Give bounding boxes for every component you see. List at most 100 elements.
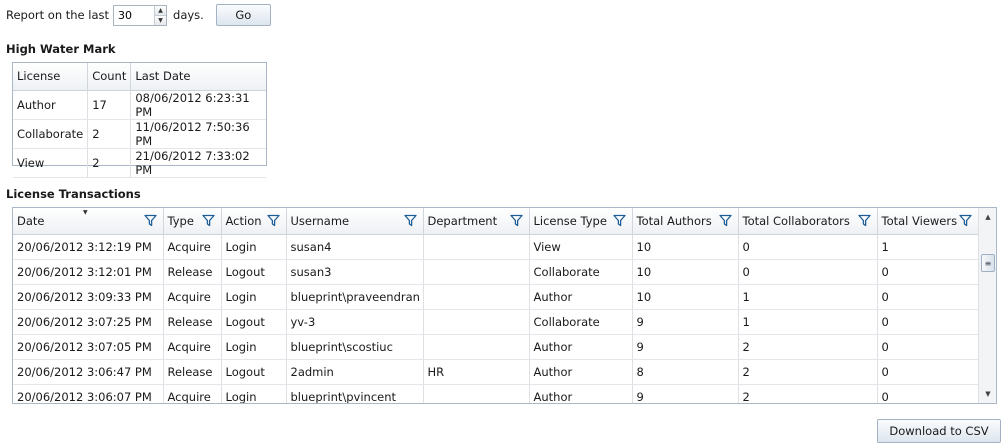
- filter-icon[interactable]: [612, 214, 626, 227]
- cell-license-type: Collaborate: [529, 309, 633, 335]
- column-header-action[interactable]: Action: [221, 208, 287, 235]
- filter-icon[interactable]: [509, 214, 523, 227]
- table-row[interactable]: 20/06/2012 3:06:07 PM Acquire Login bluepri…: [13, 384, 979, 403]
- table-row[interactable]: 20/06/2012 3:09:33 PM Acquire Login bluepri…: [13, 284, 979, 310]
- cell-date: 20/06/2012 3:06:07 PM: [13, 384, 164, 403]
- cell-total-collaborators: 0: [738, 259, 878, 285]
- cell-department: [423, 384, 530, 403]
- filter-icon[interactable]: [266, 214, 280, 227]
- column-header-license[interactable]: License: [13, 63, 89, 91]
- cell-department: [423, 309, 530, 335]
- chevron-down-icon[interactable]: ▼: [155, 14, 167, 25]
- cell-department: [423, 284, 530, 310]
- column-header-type[interactable]: Type: [163, 208, 222, 235]
- table-header-row: Date ▼ Type Action Username Department L…: [13, 208, 979, 235]
- cell-license-type: Author: [529, 284, 633, 310]
- vertical-scrollbar[interactable]: ▲ ≡ ▼: [978, 208, 996, 403]
- days-input[interactable]: [114, 5, 155, 25]
- cell-total-collaborators: 2: [738, 334, 878, 360]
- cell-department: [423, 234, 530, 260]
- column-header-label: Department: [427, 213, 498, 228]
- cell-total-collaborators: 1: [738, 309, 878, 335]
- cell-type: Acquire: [163, 334, 222, 360]
- cell-action: Logout: [221, 259, 287, 285]
- column-header-label: Total Viewers: [881, 213, 958, 228]
- table-row[interactable]: 20/06/2012 3:07:05 PM Acquire Login bluepri…: [13, 334, 979, 360]
- report-suffix-label: days.: [173, 8, 204, 22]
- cell-total-authors: 10: [632, 234, 739, 260]
- column-header-last-date[interactable]: Last Date: [130, 63, 266, 91]
- cell-type: Acquire: [163, 234, 222, 260]
- cell-type: Acquire: [163, 384, 222, 403]
- cell-department: [423, 334, 530, 360]
- cell-total-viewers: 0: [877, 334, 979, 360]
- table-row[interactable]: 20/06/2012 3:07:25 PM Release Logout yv-3 Co…: [13, 309, 979, 335]
- column-header-total-collaborators[interactable]: Total Collaborators: [738, 208, 878, 235]
- scroll-down-icon[interactable]: ▼: [979, 387, 996, 401]
- filter-icon[interactable]: [718, 214, 732, 227]
- column-header-label: Total Authors: [636, 213, 712, 228]
- go-button[interactable]: Go: [215, 4, 271, 26]
- column-header-count[interactable]: Count: [87, 63, 132, 91]
- column-header-label: Action: [225, 213, 262, 228]
- cell-date: 20/06/2012 3:09:33 PM: [13, 284, 164, 310]
- cell-total-collaborators: 0: [738, 234, 878, 260]
- cell-total-authors: 9: [632, 334, 739, 360]
- cell-total-viewers: 0: [877, 384, 979, 403]
- filter-icon[interactable]: [857, 214, 871, 227]
- filter-icon[interactable]: [143, 214, 157, 227]
- license-transactions-title: License Transactions: [6, 187, 141, 201]
- cell-action: Logout: [221, 359, 287, 385]
- download-csv-button[interactable]: Download to CSV: [877, 419, 1001, 443]
- cell-license-type: Author: [529, 359, 633, 385]
- column-header-total-viewers[interactable]: Total Viewers: [877, 208, 979, 235]
- column-header-license-type[interactable]: License Type: [529, 208, 633, 235]
- table-row[interactable]: 20/06/2012 3:06:47 PM Release Logout 2admin…: [13, 359, 979, 385]
- cell-last-date: 11/06/2012 7:50:36 PM: [130, 119, 266, 149]
- column-header-date[interactable]: Date ▼: [13, 208, 164, 235]
- cell-total-viewers: 0: [877, 259, 979, 285]
- column-header-username[interactable]: Username: [286, 208, 424, 235]
- report-range-row: Report on the last ▲ ▼ days. Go: [6, 4, 271, 26]
- column-header-department[interactable]: Department: [423, 208, 530, 235]
- cell-action: Login: [221, 334, 287, 360]
- cell-type: Release: [163, 259, 222, 285]
- cell-action: Logout: [221, 309, 287, 335]
- days-spinner[interactable]: ▲ ▼: [113, 4, 168, 26]
- cell-username: susan3: [286, 259, 424, 285]
- cell-total-viewers: 0: [877, 284, 979, 310]
- cell-date: 20/06/2012 3:07:25 PM: [13, 309, 164, 335]
- scroll-up-icon[interactable]: ▲: [979, 210, 996, 224]
- cell-total-viewers: 1: [877, 234, 979, 260]
- cell-license: View: [13, 148, 89, 178]
- filter-icon[interactable]: [403, 214, 417, 227]
- scrollbar-thumb[interactable]: ≡: [981, 254, 995, 272]
- cell-license-type: Author: [529, 334, 633, 360]
- high-water-mark-table: License Count Last Date Author 17 08/06/20…: [12, 62, 267, 178]
- column-header-total-authors[interactable]: Total Authors: [632, 208, 739, 235]
- cell-username: blueprint\praveendran: [286, 284, 424, 310]
- cell-total-authors: 9: [632, 309, 739, 335]
- cell-department: HR: [423, 359, 530, 385]
- table-row[interactable]: 20/06/2012 3:12:19 PM Acquire Login susan4 V…: [13, 234, 979, 260]
- high-water-mark-title: High Water Mark: [6, 42, 116, 56]
- filter-icon[interactable]: [958, 214, 972, 227]
- table-row[interactable]: Author 17 08/06/2012 6:23:31 PM: [13, 90, 266, 120]
- cell-department: [423, 259, 530, 285]
- cell-username: susan4: [286, 234, 424, 260]
- table-row[interactable]: 20/06/2012 3:12:01 PM Release Logout susan3…: [13, 259, 979, 285]
- cell-last-date: 08/06/2012 6:23:31 PM: [130, 90, 266, 120]
- cell-action: Login: [221, 234, 287, 260]
- license-transactions-grid[interactable]: Date ▼ Type Action Username Department L…: [12, 207, 997, 404]
- table-row[interactable]: Collaborate 2 11/06/2012 7:50:36 PM: [13, 119, 266, 149]
- report-prefix-label: Report on the last: [6, 8, 110, 22]
- column-header-label: Username: [290, 213, 350, 228]
- cell-date: 20/06/2012 3:12:01 PM: [13, 259, 164, 285]
- column-header-label: Type: [167, 213, 194, 228]
- cell-type: Release: [163, 359, 222, 385]
- cell-date: 20/06/2012 3:06:47 PM: [13, 359, 164, 385]
- chevron-up-icon[interactable]: ▲: [155, 5, 167, 15]
- table-row[interactable]: View 2 21/06/2012 7:33:02 PM: [13, 148, 266, 178]
- filter-icon[interactable]: [201, 214, 215, 227]
- cell-username: yv-3: [286, 309, 424, 335]
